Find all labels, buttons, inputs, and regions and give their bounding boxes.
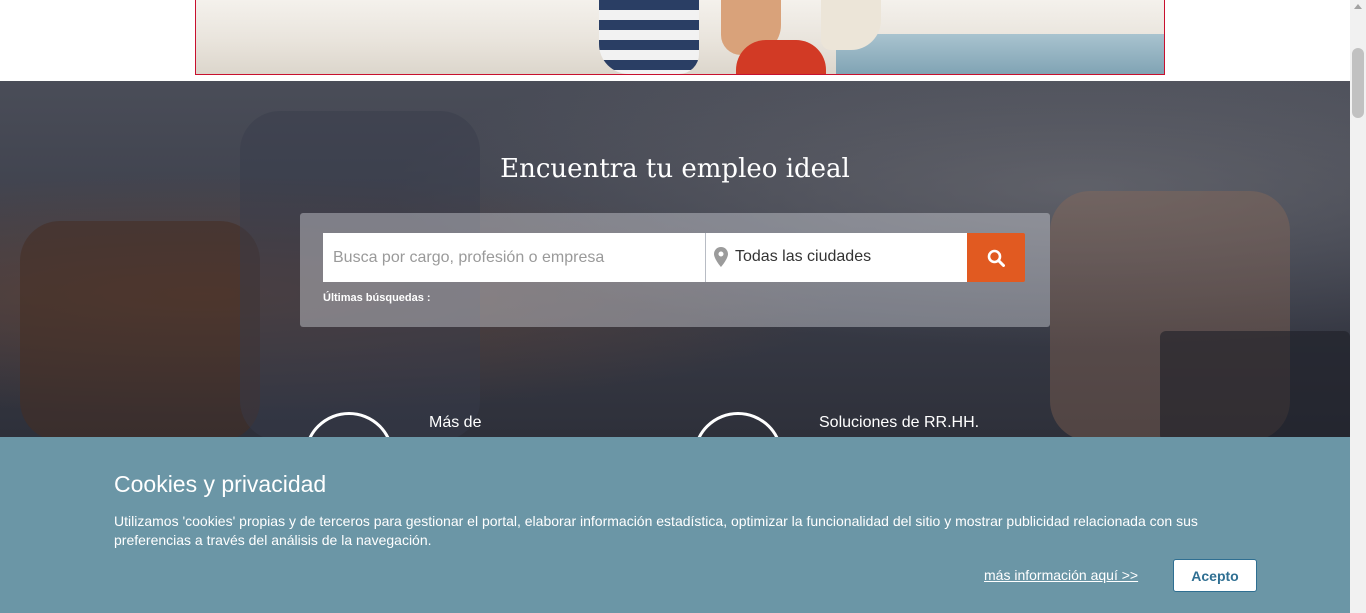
city-select[interactable]: Todas las ciudades (705, 233, 967, 282)
hero-title: Encuentra tu empleo ideal (500, 154, 850, 184)
banner-sea-image (836, 34, 1164, 74)
hero-background-person-left (20, 221, 260, 437)
city-select-value: Todas las ciudades (735, 248, 872, 265)
job-search-input[interactable] (323, 233, 705, 282)
more-info-link[interactable]: más información aquí >> (984, 567, 1138, 583)
feature-text-hr-solutions: Soluciones de RR.HH. (819, 414, 980, 431)
scroll-up-arrow-icon[interactable] (1354, 4, 1362, 9)
vertical-scrollbar[interactable] (1350, 0, 1366, 613)
banner-red-bag-image (736, 40, 826, 74)
cookie-banner-text: Utilizamos 'cookies' propias y de tercer… (114, 513, 1198, 548)
cookie-banner-title: Cookies y privacidad (114, 471, 327, 497)
search-panel: Todas las ciudades Últimas búsquedas : (300, 213, 1050, 327)
hero-section: Encuentra tu empleo ideal Todas las ciud… (0, 81, 1350, 437)
feature-text-jobs: Más de (429, 414, 482, 431)
feature-circle-icon (693, 412, 783, 437)
search-icon (987, 249, 1005, 267)
recent-searches-label: Últimas búsquedas : (323, 292, 431, 304)
scrollbar-thumb[interactable] (1352, 48, 1364, 118)
top-banner-ad[interactable] (195, 0, 1165, 75)
search-button[interactable] (967, 233, 1025, 282)
map-pin-icon (714, 247, 728, 267)
cookie-banner: Cookies y privacidad Utilizamos 'cookies… (0, 437, 1350, 613)
accept-cookies-button[interactable]: Acepto (1173, 559, 1257, 592)
hero-background-monitor (1160, 331, 1350, 437)
banner-striped-shirt-image (599, 0, 699, 74)
